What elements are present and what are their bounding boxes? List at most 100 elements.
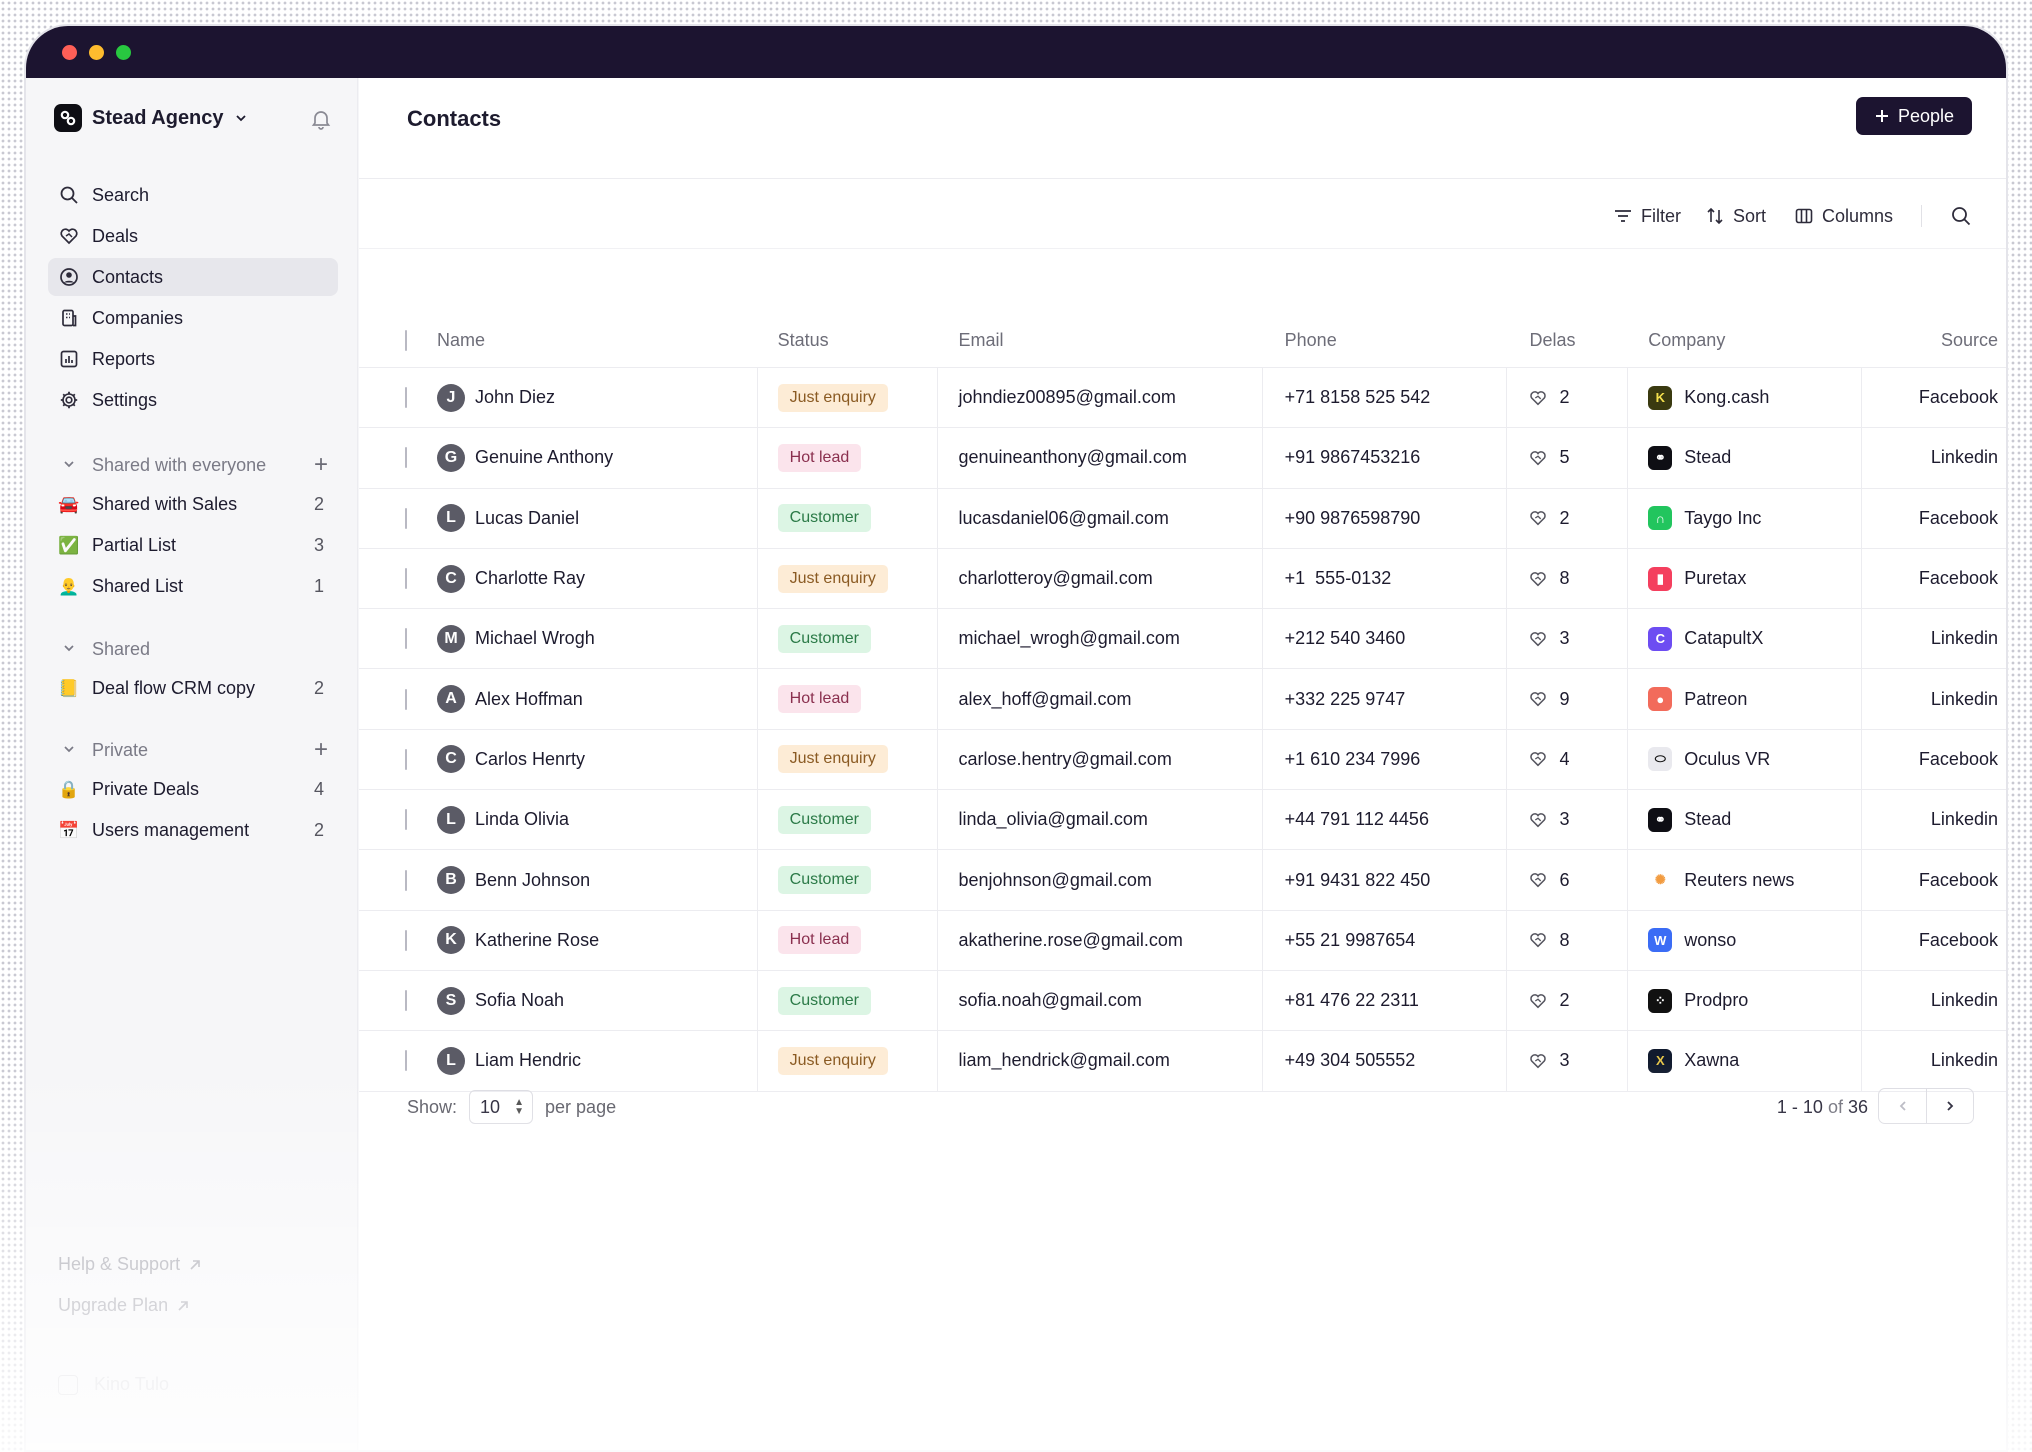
sidebar-list-item[interactable]: 🚘 Shared with Sales 2	[48, 484, 338, 525]
previous-page-button[interactable]	[1879, 1089, 1926, 1123]
sidebar-item-contacts[interactable]: Contacts	[48, 258, 338, 296]
add-list-icon[interactable]: +	[314, 451, 328, 479]
email-cell[interactable]: johndiez00895@gmail.com	[938, 368, 1263, 428]
source-cell[interactable]: Linkedin	[1862, 1031, 2006, 1090]
table-row[interactable]: G Genuine Anthony Hot lead genuineanthony@g…	[359, 428, 2006, 489]
phone-cell[interactable]: +91 9867453216	[1263, 428, 1508, 488]
name-cell[interactable]: G Genuine Anthony	[407, 428, 758, 488]
source-cell[interactable]: Linkedin	[1862, 971, 2006, 1030]
column-header-source[interactable]: Source	[1862, 314, 2006, 367]
company-cell[interactable]: Wwonso	[1628, 910, 1863, 970]
per-page-select[interactable]: 10 ▲ ▼	[469, 1090, 534, 1124]
table-row[interactable]: C Carlos Henrty Just enquiry carlose.hentry…	[359, 729, 2006, 791]
email-cell[interactable]: carlose.hentry@gmail.com	[938, 729, 1263, 790]
company-cell[interactable]: ⚭ Stead	[1628, 428, 1863, 488]
company-cell[interactable]: ∩ Taygo Inc	[1628, 488, 1863, 548]
sidebar-item-companies[interactable]: Companies	[48, 299, 338, 337]
status-cell[interactable]: Customer	[758, 609, 939, 669]
bell-icon[interactable]	[310, 108, 332, 135]
phone-cell[interactable]: +1 610 234 7996	[1263, 729, 1508, 790]
source-cell[interactable]: Facebook	[1862, 730, 2006, 789]
deals-cell[interactable]: 5	[1507, 428, 1629, 488]
source-cell[interactable]: Facebook	[1862, 850, 2006, 909]
deals-cell[interactable]: 3	[1507, 609, 1629, 669]
column-header-email[interactable]: Email	[938, 314, 1262, 367]
source-cell[interactable]: Facebook	[1862, 911, 2006, 970]
deals-cell[interactable]: 9	[1507, 669, 1629, 729]
source-cell[interactable]: Facebook	[1862, 368, 2006, 427]
source-cell[interactable]: Linkedin	[1862, 669, 2006, 728]
close-window-button[interactable]	[62, 44, 77, 60]
phone-cell[interactable]: +55 21 9987654	[1263, 910, 1508, 970]
sidebar-list-item[interactable]: 📒 Deal flow CRM copy 2	[48, 668, 338, 709]
name-cell[interactable]: A Alex Hoffman	[407, 669, 758, 729]
column-header-deals[interactable]: Delas	[1507, 314, 1628, 367]
phone-cell[interactable]: +91 9431 822 450	[1263, 850, 1508, 910]
email-cell[interactable]: benjohnson@gmail.com	[938, 850, 1263, 910]
company-cell[interactable]: ⚭ Stead	[1628, 790, 1863, 850]
name-cell[interactable]: J John Diez	[407, 368, 758, 428]
deals-cell[interactable]: 3	[1507, 1031, 1629, 1091]
source-cell[interactable]: Linkedin	[1862, 609, 2006, 668]
table-row[interactable]: L Liam Hendric Just enquiry liam_hendrick@g…	[359, 1031, 2006, 1092]
upgrade-plan-link[interactable]: Upgrade Plan	[58, 1295, 190, 1316]
table-row[interactable]: L Linda Olivia Customer linda_olivia@gmail.…	[359, 790, 2006, 851]
phone-cell[interactable]: +212 540 3460	[1263, 609, 1508, 669]
name-cell[interactable]: C Charlotte Ray	[407, 548, 758, 609]
company-cell[interactable]: X Xawna	[1628, 1031, 1863, 1091]
name-cell[interactable]: S Sofia Noah	[407, 970, 758, 1031]
status-cell[interactable]: Just enquiry	[758, 368, 939, 428]
name-cell[interactable]: K Katherine Rose	[407, 910, 758, 970]
table-row[interactable]: B Benn Johnson Customer benjohnson@gmail.co…	[359, 850, 2006, 911]
table-row[interactable]: C Charlotte Ray Just enquiry charlotteroy@g…	[359, 548, 2006, 610]
table-row[interactable]: L Lucas Daniel Customer lucasdaniel06@gmail…	[359, 488, 2006, 549]
company-cell[interactable]: ✺ Reuters news	[1628, 850, 1863, 910]
deals-cell[interactable]: 2	[1507, 970, 1629, 1031]
column-header-name[interactable]: Name	[407, 314, 758, 367]
email-cell[interactable]: michael_wrogh@gmail.com	[938, 609, 1263, 669]
phone-cell[interactable]: +71 8158 525 542	[1263, 368, 1508, 428]
company-cell[interactable]: C CatapultX	[1628, 609, 1863, 669]
column-header-status[interactable]: Status	[758, 314, 939, 367]
email-cell[interactable]: lucasdaniel06@gmail.com	[938, 488, 1263, 548]
workspace-switcher[interactable]: Stead Agency	[54, 104, 248, 132]
phone-cell[interactable]: +332 225 9747	[1263, 669, 1508, 729]
status-cell[interactable]: Hot lead	[758, 428, 939, 488]
name-cell[interactable]: C Carlos Henrty	[407, 729, 758, 790]
email-cell[interactable]: alex_hoff@gmail.com	[938, 669, 1263, 729]
section-header[interactable]: Shared with everyone +	[48, 446, 338, 484]
phone-cell[interactable]: +49 304 505552	[1263, 1031, 1508, 1091]
deals-cell[interactable]: 3	[1507, 790, 1629, 850]
sidebar-item-search[interactable]: Search	[48, 176, 338, 214]
company-cell[interactable]: ⬭ Oculus VR	[1628, 729, 1863, 790]
company-cell[interactable]: ⁘ Prodpro	[1628, 970, 1863, 1031]
name-cell[interactable]: L Linda Olivia	[407, 790, 758, 850]
filter-button[interactable]: Filter	[1613, 206, 1681, 227]
columns-button[interactable]: Columns	[1794, 206, 1893, 227]
deals-cell[interactable]: 2	[1507, 488, 1629, 548]
sidebar-item-reports[interactable]: Reports	[48, 340, 338, 378]
user-profile[interactable]: Kino Tulo	[58, 1374, 169, 1395]
phone-cell[interactable]: +44 791 112 4456	[1263, 790, 1508, 850]
email-cell[interactable]: sofia.noah@gmail.com	[938, 970, 1263, 1031]
name-cell[interactable]: B Benn Johnson	[407, 850, 758, 910]
section-header[interactable]: Shared	[48, 630, 338, 668]
sidebar-item-settings[interactable]: Settings	[48, 381, 338, 419]
phone-cell[interactable]: +90 9876598790	[1263, 488, 1508, 548]
deals-cell[interactable]: 2	[1507, 368, 1629, 428]
source-cell[interactable]: Linkedin	[1862, 428, 2006, 487]
table-row[interactable]: J John Diez Just enquiry johndiez00895@gmai…	[359, 368, 2006, 429]
status-cell[interactable]: Just enquiry	[758, 548, 939, 609]
phone-cell[interactable]: +81 476 22 2311	[1263, 970, 1508, 1031]
section-header[interactable]: Private +	[48, 731, 338, 769]
status-cell[interactable]: Customer	[758, 488, 939, 548]
email-cell[interactable]: liam_hendrick@gmail.com	[938, 1031, 1263, 1091]
email-cell[interactable]: charlotteroy@gmail.com	[938, 548, 1263, 609]
next-page-button[interactable]	[1926, 1089, 1973, 1123]
source-cell[interactable]: Facebook	[1862, 549, 2006, 608]
column-header-phone[interactable]: Phone	[1263, 314, 1508, 367]
deals-cell[interactable]: 6	[1507, 850, 1629, 910]
column-header-company[interactable]: Company	[1628, 314, 1862, 367]
table-row[interactable]: K Katherine Rose Hot lead akatherine.rose@g…	[359, 910, 2006, 971]
maximize-window-button[interactable]	[116, 44, 131, 60]
